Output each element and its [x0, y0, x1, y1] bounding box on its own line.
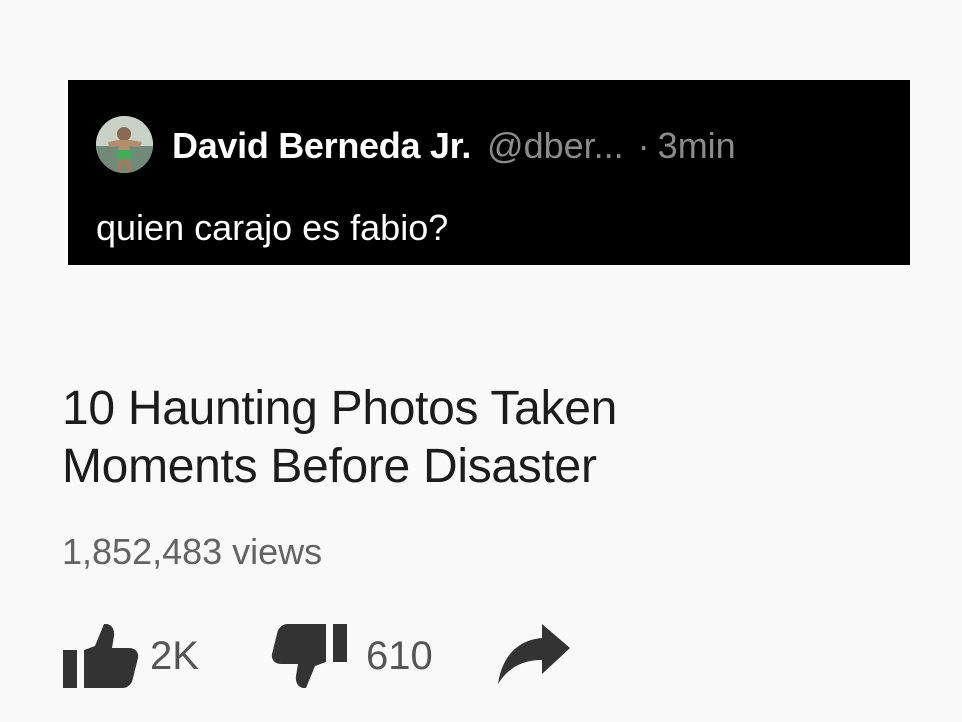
tweet-timestamp[interactable]: 3min — [658, 124, 736, 168]
profile-photo-icon — [96, 116, 153, 173]
video-title: 10 Haunting Photos Taken Moments Before … — [62, 380, 617, 496]
thumbs-down-icon — [271, 624, 347, 688]
video-title-line-2: Moments Before Disaster — [62, 440, 597, 493]
dislike-count: 610 — [366, 634, 433, 678]
share-button[interactable] — [496, 620, 572, 692]
dislike-button[interactable]: 610 — [270, 620, 433, 692]
thumbs-up-icon — [63, 624, 139, 688]
like-button[interactable]: 2K — [62, 620, 199, 692]
video-title-line-1: 10 Haunting Photos Taken — [62, 382, 617, 435]
share-arrow-icon — [498, 624, 570, 684]
view-count: 1,852,483 views — [62, 531, 323, 572]
author-name[interactable]: David Berneda Jr. — [172, 124, 471, 168]
tweet-text: quien carajo es fabio? — [96, 207, 449, 248]
separator-dot: · — [637, 125, 650, 166]
author-handle[interactable]: @dber... — [487, 124, 624, 168]
like-count: 2K — [150, 634, 199, 678]
avatar[interactable] — [96, 116, 153, 173]
tweet-card: David Berneda Jr. @dber... · 3min quien … — [68, 80, 910, 265]
tweet-header: David Berneda Jr. @dber... · 3min — [172, 124, 736, 168]
